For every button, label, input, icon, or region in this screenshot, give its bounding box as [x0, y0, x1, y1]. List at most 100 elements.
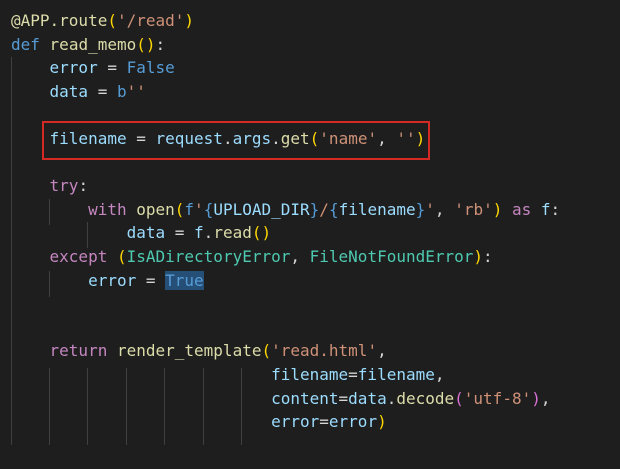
code-token: filename: [271, 365, 349, 384]
code-token: IsADirectoryError: [126, 247, 291, 266]
code-token: :: [550, 199, 561, 219]
code-token: error: [88, 270, 137, 290]
code-token: /: [319, 199, 329, 219]
code-token: ): [184, 11, 195, 30]
code-token: '/read': [116, 11, 185, 30]
code-token: .: [386, 388, 397, 408]
code-token: FileNotFoundError: [309, 247, 474, 266]
code-token: '': [126, 81, 146, 101]
code-token: content: [271, 388, 339, 408]
code-token: (): [251, 223, 272, 243]
code-token: 'read.html': [271, 341, 378, 361]
code-token: UPLOAD_DIR: [213, 199, 310, 219]
code-token: filename: [338, 199, 416, 219]
code-token: decode: [396, 388, 455, 408]
code-token: (: [454, 388, 464, 408]
code-token: ': [194, 199, 204, 219]
code-line[interactable]: @APP.route('/read'): [11, 9, 194, 33]
code-token: =: [88, 81, 117, 101]
code-token: 'utf-8': [463, 388, 532, 408]
code-token: =: [165, 223, 195, 243]
code-token: =: [319, 412, 329, 432]
code-line[interactable]: error = True: [11, 269, 204, 293]
code-token: def: [11, 34, 40, 54]
code-token: (): [136, 34, 156, 54]
code-token: ): [377, 412, 387, 432]
code-line[interactable]: try:: [11, 174, 89, 198]
code-token: error: [271, 412, 320, 432]
code-token: =: [97, 58, 127, 78]
code-token: (: [107, 11, 117, 30]
code-token: :: [155, 34, 166, 54]
code-token: b: [116, 81, 127, 101]
code-token: f: [184, 199, 195, 219]
code-token: ,: [290, 247, 310, 266]
code-token: @APP.route: [11, 11, 108, 30]
code-token: }: [415, 199, 426, 219]
code-line[interactable]: except (IsADirectoryError, FileNotFoundE…: [11, 245, 493, 269]
code-token: error: [328, 412, 378, 432]
code-token: (: [174, 199, 185, 219]
code-line[interactable]: with open(f'{UPLOAD_DIR}/{filename}', 'r…: [11, 198, 560, 222]
code-token: ): [473, 247, 484, 266]
code-editor[interactable]: @APP.route('/read') def read_memo(): erro…: [0, 0, 620, 469]
code-token: ): [492, 199, 503, 219]
code-token: error: [49, 58, 98, 78]
code-token: }: [309, 199, 320, 219]
code-token: open: [136, 199, 175, 219]
code-line[interactable]: error = False: [11, 56, 175, 80]
code-token: ,: [540, 388, 551, 408]
code-token: as: [512, 199, 532, 219]
code-token: f: [540, 199, 551, 219]
code-token: (: [116, 247, 127, 266]
code-token: :: [78, 176, 89, 196]
code-token: try: [49, 176, 79, 196]
code-token: .: [203, 223, 214, 243]
highlighted-line-box: [42, 121, 430, 160]
code-token: read: [213, 223, 252, 243]
code-token: (: [261, 341, 272, 361]
code-token: ,: [434, 199, 455, 219]
code-token: =: [136, 270, 166, 290]
code-token: {: [203, 199, 214, 219]
code-token: data: [126, 223, 166, 243]
code-line[interactable]: data = f.read(): [11, 221, 272, 245]
code-token: return: [49, 341, 108, 361]
code-token: 'rb': [454, 199, 493, 219]
code-token: {: [328, 199, 339, 219]
code-line[interactable]: def read_memo():: [11, 33, 165, 57]
code-token: except: [49, 247, 108, 266]
code-token: ): [531, 388, 541, 408]
code-line[interactable]: content=data.decode('utf-8'),: [11, 387, 551, 411]
code-line[interactable]: error=error): [11, 410, 387, 434]
code-token: ,: [434, 365, 445, 384]
code-line[interactable]: filename=filename,: [11, 363, 445, 387]
code-token: =: [348, 365, 358, 384]
code-token: read_memo: [49, 34, 137, 54]
code-line[interactable]: data = b'': [11, 80, 146, 104]
code-token: data: [49, 81, 89, 101]
code-token: :: [483, 247, 493, 266]
code-line[interactable]: return render_template('read.html',: [11, 339, 387, 363]
code-token: ,: [377, 341, 387, 361]
code-token: False: [126, 58, 175, 78]
code-token: =: [338, 388, 349, 408]
selected-token: True: [165, 270, 204, 290]
code-token: data: [348, 388, 387, 408]
code-token: f: [194, 223, 204, 243]
